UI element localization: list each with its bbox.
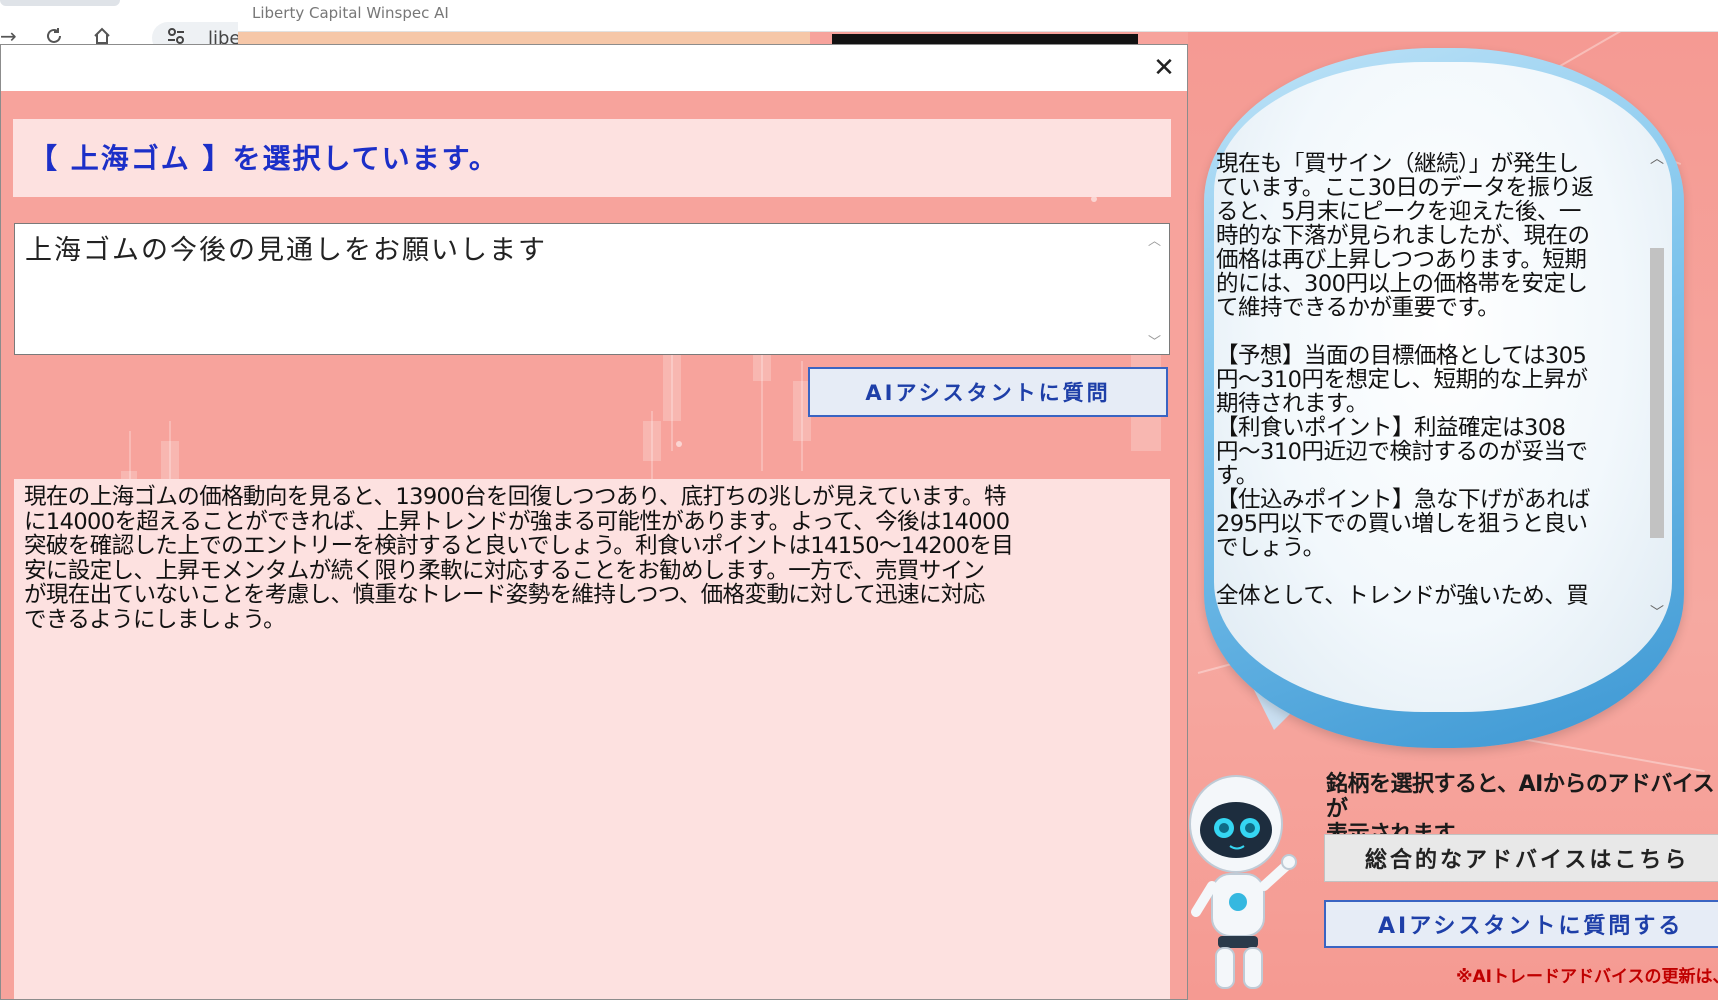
question-input-value[interactable]: 上海ゴムの今後の見通しをお願いします bbox=[25, 228, 547, 267]
advice-scrollbar[interactable]: ︿ ﹀ bbox=[1646, 148, 1670, 628]
back-arrow-icon[interactable]: → bbox=[0, 26, 17, 46]
selection-banner: 【 上海ゴム 】を選択しています。 bbox=[13, 119, 1171, 197]
app-title: Liberty Capital Winspec AI bbox=[252, 4, 449, 22]
scroll-down-icon[interactable]: ﹀ bbox=[1148, 331, 1161, 350]
general-advice-button[interactable]: 総合的なアドバイスはこちら bbox=[1324, 834, 1718, 882]
dialog-titlebar: ✕ bbox=[1, 45, 1187, 91]
ask-assistant-button[interactable]: AIアシスタントに質問する bbox=[1324, 900, 1718, 948]
answer-box[interactable]: 現在の上海ゴムの価格動向を見ると、13900台を回復しつつあり、底打ちの兆しが見… bbox=[14, 479, 1170, 999]
update-note: ※AIトレードアドバイスの更新は、 bbox=[1456, 967, 1718, 987]
advice-text-area[interactable]: 現在も「買サイン（継続）」が発生し ています。ここ30日のデータを振り返 ると、… bbox=[1216, 152, 1638, 622]
app-titlebar: Liberty Capital Winspec AI bbox=[238, 0, 1718, 32]
ask-ai-button[interactable]: AIアシスタントに質問 bbox=[808, 367, 1168, 417]
close-icon[interactable]: ✕ bbox=[1149, 53, 1179, 83]
advice-scroll-thumb[interactable] bbox=[1650, 248, 1664, 538]
question-input[interactable]: 上海ゴムの今後の見通しをお願いします ︿ ﹀ bbox=[14, 223, 1170, 355]
robot-mascot-icon bbox=[1188, 762, 1308, 992]
selected-symbol-text: 【 上海ゴム 】を選択しています。 bbox=[29, 142, 499, 175]
advice-text: 現在も「買サイン（継続）」が発生し ています。ここ30日のデータを振り返 ると、… bbox=[1216, 152, 1594, 609]
browser-tab[interactable] bbox=[0, 0, 120, 6]
answer-text: 現在の上海ゴムの価格動向を見ると、13900台を回復しつつあり、底打ちの兆しが見… bbox=[24, 484, 1014, 633]
scroll-down-icon[interactable]: ﹀ bbox=[1650, 606, 1664, 620]
question-dialog: ✕ 【 上海ゴム 】を選択しています。 上海ゴムの今後の見通しをお願いします ︿… bbox=[0, 44, 1188, 1000]
scroll-up-icon[interactable]: ︿ bbox=[1148, 230, 1161, 249]
scroll-up-icon[interactable]: ︿ bbox=[1650, 152, 1664, 166]
